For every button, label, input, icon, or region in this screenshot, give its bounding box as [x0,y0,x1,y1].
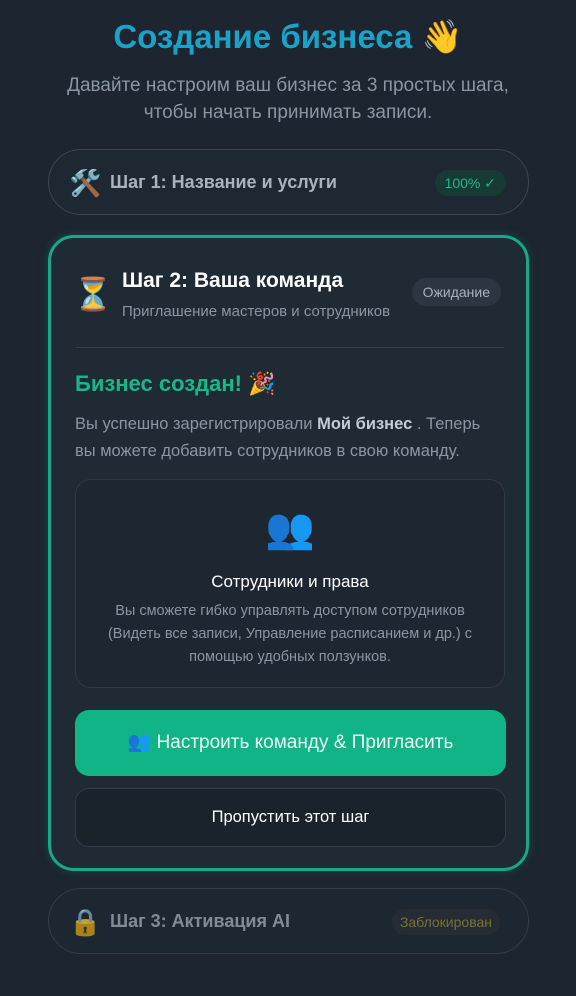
info-box-text: Вы сможете гибко управлять доступом сотр… [107,603,473,665]
party-popper-icon: 🎉 [248,371,276,396]
page-title-text: Создание бизнеса [113,18,413,55]
info-box-title: Сотрудники и права [211,572,369,591]
lock-icon: 🔒 [69,907,102,937]
page-title: Создание бизнеса 👋 [0,18,576,57]
page-subtitle: Давайте настроим ваш бизнес за 3 простых… [67,75,509,123]
step-1-label: Шаг 1: Название и услуги [110,172,337,192]
setup-team-invite-button[interactable]: 👥 Настроить команду & Пригласить [75,710,506,776]
tools-icon: 🛠️ [69,168,102,198]
message-prefix: Вы успешно зарегистрировали [75,415,313,433]
staff-permissions-info-box: 👥 Сотрудники и права Вы сможете гибко уп… [75,479,505,688]
step-2-description: Приглашение мастеров и сотрудников [122,303,391,320]
waving-hand-icon: 👋 [421,18,463,55]
skip-step-button[interactable]: Пропустить этот шаг [75,788,506,847]
people-icon: 👥 [265,507,315,551]
divider [76,347,504,348]
step-1-status-badge: 100% ✓ [434,170,506,196]
step-3-label: Шаг 3: Активация AI [110,911,290,931]
step-3-item: 🔒 Шаг 3: Активация AI Заблокирован [48,888,529,954]
business-name: Мой бизнес [317,415,413,433]
success-message: Вы успешно зарегистрировали Мой бизнес .… [75,411,505,465]
step-3-status-badge: Заблокирован [391,909,500,935]
step-2-card: ⏳ Шаг 2: Ваша команда Приглашение мастер… [48,235,529,871]
step-2-title: Шаг 2: Ваша команда [122,269,344,292]
business-setup-page: Создание бизнеса 👋 Давайте настроим ваш … [0,0,576,996]
step-2-status-badge: Ожидание [411,278,501,306]
success-title-text: Бизнес создан! [75,371,242,396]
success-title: Бизнес создан! 🎉 [75,371,276,397]
hourglass-icon: ⏳ [73,276,113,312]
step-1-item[interactable]: 🛠️ Шаг 1: Название и услуги 100% ✓ [48,149,529,215]
